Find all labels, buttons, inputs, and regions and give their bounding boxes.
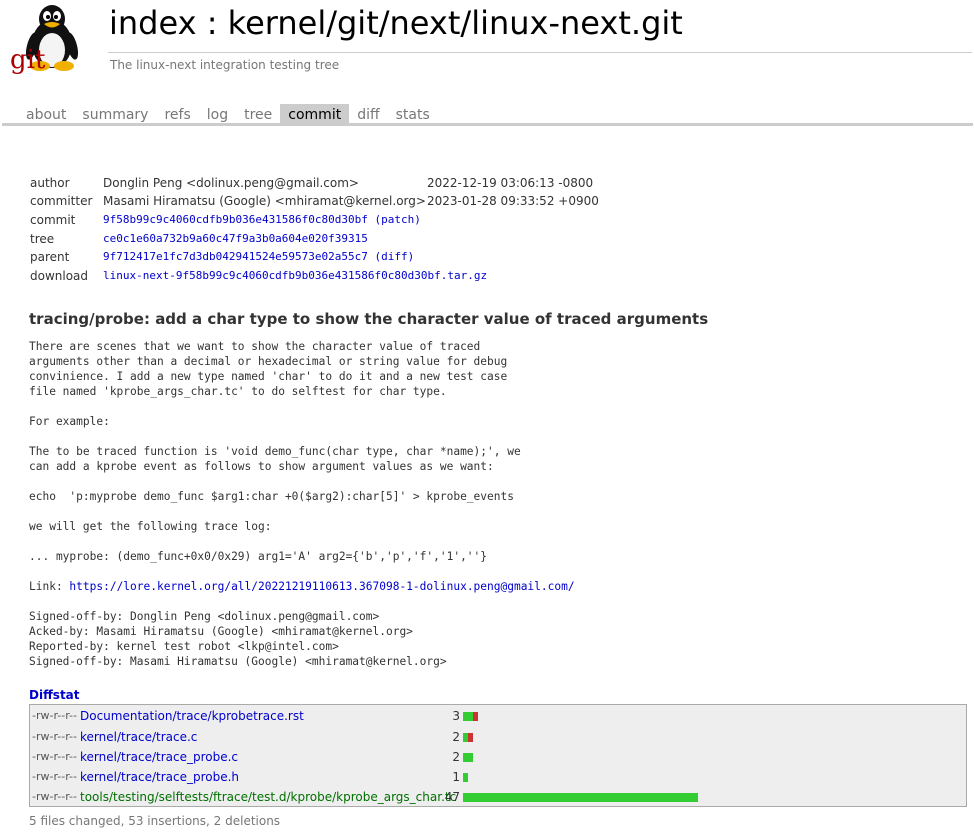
file-mode: -rw-r--r-- — [32, 750, 77, 763]
insertions-bar — [463, 753, 473, 762]
diffstat-file-link[interactable]: kernel/trace/trace.c — [80, 727, 197, 747]
deletions-bar — [468, 733, 473, 742]
tab-tree[interactable]: tree — [236, 104, 280, 124]
change-bar — [463, 773, 468, 782]
tab-commit[interactable]: commit — [280, 104, 350, 124]
committer-label: committer — [30, 194, 93, 208]
file-mode: -rw-r--r-- — [32, 709, 77, 722]
git-logo-text: git — [10, 45, 46, 74]
diffstat-row: -rw-r--r-- kernel/trace/trace_probe.h 1 — [30, 767, 966, 787]
parent-hash-link[interactable]: 9f712417e1fc7d3db042941524e59573e02a55c7 — [103, 250, 368, 263]
author-date: 2022-12-19 03:06:13 -0800 — [427, 176, 594, 190]
tux-logo-icon: git — [10, 5, 79, 75]
download-link[interactable]: linux-next-9f58b99c9c4060cdfb9b036e43158… — [103, 269, 487, 282]
lore-link[interactable]: https://lore.kernel.org/all/202212191106… — [69, 580, 574, 593]
diff-link[interactable]: (diff) — [375, 250, 415, 263]
file-mode: -rw-r--r-- — [32, 770, 77, 783]
insertions-bar — [463, 773, 468, 782]
change-count: 2 — [452, 730, 460, 744]
git-logo[interactable]: git — [10, 2, 90, 75]
change-bar — [463, 733, 473, 742]
diffstat-file-link[interactable]: kernel/trace/trace_probe.h — [80, 767, 239, 787]
commit-hash-link[interactable]: 9f58b99c9c4060cdfb9b036e431586f0c80d30bf — [103, 213, 368, 226]
file-mode: -rw-r--r-- — [32, 730, 77, 743]
change-count: 3 — [452, 709, 460, 723]
tab-refs[interactable]: refs — [156, 104, 198, 124]
tab-log[interactable]: log — [199, 104, 236, 124]
diffstat-row: -rw-r--r-- tools/testing/selftests/ftrace… — [30, 787, 966, 807]
download-label: download — [30, 269, 89, 283]
diffstat-heading[interactable]: Diffstat — [29, 688, 80, 702]
author-label: author — [30, 176, 70, 190]
tab-diff[interactable]: diff — [349, 104, 387, 124]
change-count: 2 — [452, 750, 460, 764]
tab-summary[interactable]: summary — [74, 104, 156, 124]
file-mode: -rw-r--r-- — [32, 790, 77, 803]
diffstat-row: -rw-r--r-- Documentation/trace/kprobetrac… — [30, 706, 966, 726]
commit-message: There are scenes that we want to show th… — [29, 339, 575, 669]
diffstat-file-link[interactable]: Documentation/trace/kprobetrace.rst — [80, 706, 304, 726]
change-bar — [463, 753, 473, 762]
message-body-2: Signed-off-by: Donglin Peng <dolinux.pen… — [29, 610, 447, 668]
insertions-bar — [463, 712, 473, 721]
committer-value: Masami Hiramatsu (Google) <mhiramat@kern… — [103, 194, 426, 208]
tab-about[interactable]: about — [18, 104, 74, 124]
diffstat-row: -rw-r--r-- kernel/trace/trace.c 2 — [30, 727, 966, 747]
diffstat-table: -rw-r--r-- Documentation/trace/kprobetrac… — [29, 704, 967, 807]
diffstat-summary: 5 files changed, 53 insertions, 2 deleti… — [29, 814, 281, 828]
patch-link[interactable]: (patch) — [375, 213, 421, 226]
tab-bar-underline — [2, 123, 973, 126]
parent-label: parent — [30, 250, 70, 264]
deletions-bar — [473, 712, 478, 721]
tab-bar: about summary refs log tree commit diff stats — [18, 104, 438, 124]
repo-description: The linux-next integration testing tree — [110, 58, 340, 72]
change-count: 47 — [444, 790, 460, 804]
message-body-1: There are scenes that we want to show th… — [29, 340, 521, 563]
change-bar — [463, 793, 698, 802]
tab-stats[interactable]: stats — [388, 104, 438, 124]
page-title: index : kernel/git/next/linux-next.git — [109, 4, 683, 42]
commit-subject: tracing/probe: add a char type to show t… — [29, 310, 709, 328]
commit-label: commit — [30, 213, 76, 227]
committer-date: 2023-01-28 09:33:52 +0900 — [427, 194, 599, 208]
diffstat-file-link[interactable]: kernel/trace/trace_probe.c — [80, 747, 238, 767]
diffstat-row: -rw-r--r-- kernel/trace/trace_probe.c 2 — [30, 747, 966, 767]
change-bar — [463, 712, 478, 721]
change-count: 1 — [452, 770, 460, 784]
author-value: Donglin Peng <dolinux.peng@gmail.com> — [103, 176, 359, 190]
header-divider — [108, 52, 972, 53]
tree-hash-link[interactable]: ce0c1e60a732b9a60c47f9a3b0a604e020f39315 — [103, 232, 368, 245]
insertions-bar — [463, 793, 698, 802]
diffstat-file-link[interactable]: tools/testing/selftests/ftrace/test.d/kp… — [80, 787, 456, 807]
tree-label: tree — [30, 232, 55, 246]
link-label: Link: — [29, 580, 70, 593]
